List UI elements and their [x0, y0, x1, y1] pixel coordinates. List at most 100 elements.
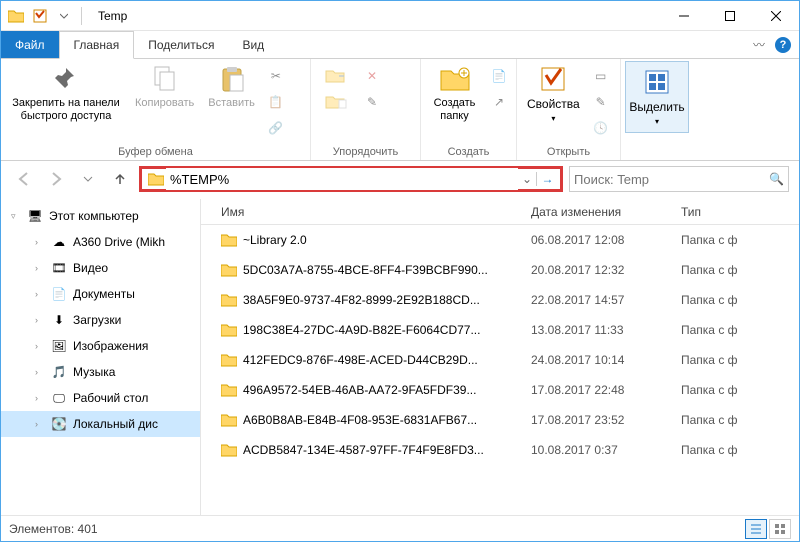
table-row[interactable]: 38A5F9E0-9737-4F82-8999-2E92B188CD...22.…: [201, 285, 799, 315]
nav-item-label: Музыка: [73, 365, 115, 379]
go-button[interactable]: →: [536, 172, 558, 186]
nav-item-label: Изображения: [73, 339, 148, 353]
history-button[interactable]: 🕓: [588, 117, 614, 139]
edit-button[interactable]: ✎: [588, 91, 614, 113]
pin-quickaccess-button[interactable]: Закрепить на панели быстрого доступа: [5, 61, 127, 125]
tab-home[interactable]: Главная: [59, 31, 135, 59]
address-input[interactable]: [166, 168, 518, 190]
folder-icon: [5, 5, 27, 27]
column-type[interactable]: Тип: [681, 205, 799, 219]
folder-icon: [221, 383, 237, 397]
tab-file[interactable]: Файл: [1, 31, 59, 58]
delete-button[interactable]: ✕: [359, 65, 385, 87]
open-button[interactable]: ▭: [588, 65, 614, 87]
disk-icon: 💽: [51, 416, 67, 432]
nav-item[interactable]: ›☁A360 Drive (Mikh: [1, 229, 200, 255]
file-type: Папка с ф: [681, 323, 799, 337]
nav-item[interactable]: ›📄Документы: [1, 281, 200, 307]
properties-button[interactable]: Свойства▾: [521, 61, 586, 127]
nav-this-pc[interactable]: ▿ 🖥 Этот компьютер: [1, 203, 200, 229]
search-box[interactable]: 🔍: [569, 166, 789, 192]
recent-dropdown[interactable]: [75, 166, 101, 192]
status-bar: Элементов: 401: [1, 515, 799, 541]
address-bar[interactable]: ⌄ →: [139, 166, 563, 192]
ribbon: Закрепить на панели быстрого доступа Коп…: [1, 59, 799, 161]
new-item-button[interactable]: 📄: [486, 65, 512, 87]
table-row[interactable]: A6B0B8AB-E84B-4F08-953E-6831AFB67...17.0…: [201, 405, 799, 435]
maximize-button[interactable]: [707, 1, 753, 31]
paste-shortcut-button[interactable]: 🔗: [263, 117, 289, 139]
video-icon: 🎞: [51, 260, 67, 276]
copy-path-button[interactable]: 📋: [263, 91, 289, 113]
table-row[interactable]: 412FEDC9-876F-498E-ACED-D44CB29D...24.08…: [201, 345, 799, 375]
column-date[interactable]: Дата изменения: [531, 205, 681, 219]
navigation-pane[interactable]: ▿ 🖥 Этот компьютер ›☁A360 Drive (Mikh›🎞В…: [1, 199, 201, 515]
properties-icon: [537, 63, 569, 95]
folder-icon: [221, 443, 237, 457]
view-details-button[interactable]: [745, 519, 767, 539]
qat-dropdown-icon[interactable]: [53, 5, 75, 27]
open-icon: ▭: [595, 69, 606, 83]
file-list[interactable]: Имя Дата изменения Тип ~Library 2.006.08…: [201, 199, 799, 515]
nav-item-label: Локальный дис: [73, 417, 158, 431]
pictures-icon: 🖼: [51, 338, 67, 354]
paste-button[interactable]: Вставить: [202, 61, 261, 112]
back-button[interactable]: [11, 166, 37, 192]
pc-icon: 🖥: [27, 208, 43, 224]
copy-button[interactable]: Копировать: [129, 61, 200, 112]
new-folder-button[interactable]: Создать папку: [425, 61, 484, 125]
edit-icon: ✎: [596, 95, 606, 109]
select-icon: [641, 66, 673, 98]
download-icon: ⬇: [51, 312, 67, 328]
minimize-button[interactable]: [661, 1, 707, 31]
address-dropdown-icon[interactable]: ⌄: [518, 172, 536, 186]
file-type: Папка с ф: [681, 443, 799, 457]
paste-shortcut-icon: 🔗: [268, 121, 283, 135]
table-row[interactable]: 5DC03A7A-8755-4BCE-8FF4-F39BCBF990...20.…: [201, 255, 799, 285]
table-row[interactable]: ~Library 2.006.08.2017 12:08Папка с ф: [201, 225, 799, 255]
organize-group-label: Упорядочить: [315, 144, 416, 160]
close-button[interactable]: [753, 1, 799, 31]
forward-button[interactable]: [43, 166, 69, 192]
nav-item[interactable]: ›🖼Изображения: [1, 333, 200, 359]
nav-item[interactable]: ›🖵Рабочий стол: [1, 385, 200, 411]
copy-to-icon: [325, 94, 347, 110]
nav-item[interactable]: ›💽Локальный дис: [1, 411, 200, 437]
tab-share[interactable]: Поделиться: [134, 31, 228, 58]
help-icon[interactable]: ?: [775, 37, 791, 53]
properties-qat-icon[interactable]: [29, 5, 51, 27]
column-name[interactable]: Имя: [201, 205, 531, 219]
up-button[interactable]: [107, 166, 133, 192]
tab-view[interactable]: Вид: [228, 31, 278, 58]
select-button[interactable]: Выделить▾: [625, 61, 689, 133]
column-headers[interactable]: Имя Дата изменения Тип: [201, 199, 799, 225]
file-type: Папка с ф: [681, 233, 799, 247]
file-name: A6B0B8AB-E84B-4F08-953E-6831AFB67...: [243, 413, 477, 427]
move-to-button[interactable]: [315, 65, 357, 87]
window-title: Temp: [90, 9, 127, 23]
rename-button[interactable]: ✎: [359, 91, 385, 113]
file-type: Папка с ф: [681, 263, 799, 277]
cut-button[interactable]: ✂: [263, 65, 289, 87]
folder-icon: [221, 353, 237, 367]
copy-to-button[interactable]: [315, 91, 357, 113]
file-name: 5DC03A7A-8755-4BCE-8FF4-F39BCBF990...: [243, 263, 488, 277]
table-row[interactable]: ACDB5847-134E-4587-97FF-7F4F9E8FD3...10.…: [201, 435, 799, 465]
table-row[interactable]: 198C38E4-27DC-4A9D-B82E-F6064CD77...13.0…: [201, 315, 799, 345]
cut-icon: ✂: [271, 69, 281, 83]
easy-access-button[interactable]: ↗: [486, 91, 512, 113]
file-type: Папка с ф: [681, 413, 799, 427]
nav-item[interactable]: ›🎵Музыка: [1, 359, 200, 385]
ribbon-collapse-icon[interactable]: 〰: [753, 36, 765, 53]
view-icons-button[interactable]: [769, 519, 791, 539]
file-date: 24.08.2017 10:14: [531, 353, 681, 367]
item-count: 401: [78, 522, 98, 536]
table-row[interactable]: 496A9572-54EB-46AB-AA72-9FA5FDF39...17.0…: [201, 375, 799, 405]
file-name: ACDB5847-134E-4587-97FF-7F4F9E8FD3...: [243, 443, 484, 457]
nav-item[interactable]: ›⬇Загрузки: [1, 307, 200, 333]
nav-item[interactable]: ›🎞Видео: [1, 255, 200, 281]
new-item-icon: 📄: [492, 69, 507, 83]
nav-item-label: Видео: [73, 261, 108, 275]
search-input[interactable]: [574, 172, 769, 187]
folder-icon: [146, 169, 166, 189]
